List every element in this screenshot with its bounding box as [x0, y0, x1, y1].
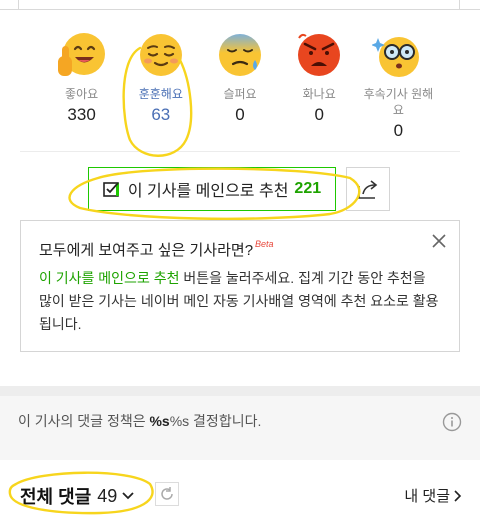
recommend-label: 이 기사를 메인으로 추천 — [127, 183, 289, 200]
reaction-like-label: 좋아요 — [65, 87, 99, 101]
close-icon[interactable] — [431, 233, 447, 249]
reaction-warm-count: 63 — [151, 105, 171, 124]
tooltip-body: 이 기사를 메인으로 추천 버튼을 눌러주세요. 집계 기간 동안 추천을 많이… — [39, 267, 439, 336]
chevron-right-icon — [454, 489, 462, 502]
policy-suffix: %s 결정합니다. — [169, 413, 262, 429]
reaction-sad-label: 슬퍼요 — [223, 87, 257, 101]
reaction-like-count: 330 — [67, 105, 96, 124]
reaction-angry-label: 화나요 — [302, 87, 336, 101]
total-comments-count: 49 — [97, 485, 118, 506]
reaction-angry[interactable]: 화나요 0 — [280, 30, 359, 130]
like-face-icon — [57, 33, 105, 76]
recommend-to-main-button[interactable]: 이 기사를 메인으로 추천 221 — [88, 167, 336, 211]
reaction-bar: 좋아요 330 훈훈해요 63 슬퍼요 0 화나요 0 후속기사 원해요 0 — [42, 30, 438, 140]
reaction-sad-count: 0 — [235, 105, 245, 124]
reaction-want-followup-label: 후속기사 원해요 — [363, 87, 434, 117]
checkbox-check-icon — [103, 182, 119, 197]
tooltip-title-text: 모두에게 보여주고 싶은 기사라면? — [39, 242, 254, 259]
recommend-info-tooltip: 모두에게 보여주고 싶은 기사라면? Beta 이 기사를 메인으로 추천 버튼을… — [20, 220, 460, 352]
total-comments-label: 전체 댓글 — [20, 487, 92, 507]
angry-face-icon — [298, 33, 341, 76]
reaction-sad[interactable]: 슬퍼요 0 — [200, 30, 279, 130]
refresh-icon — [161, 487, 173, 500]
policy-prefix: 이 기사의 댓글 정책은 — [18, 413, 150, 429]
reaction-angry-count: 0 — [314, 105, 324, 124]
recommend-count: 221 — [294, 180, 322, 197]
reaction-want-followup[interactable]: 후속기사 원해요 0 — [359, 30, 438, 140]
total-comments-dropdown[interactable]: 전체 댓글 49 — [20, 483, 135, 509]
tooltip-title: 모두에게 보여주고 싶은 기사라면? Beta — [39, 239, 274, 260]
beta-badge: Beta — [255, 239, 274, 249]
comment-policy-band: 이 기사의 댓글 정책은 %s%s 결정합니다. — [0, 386, 480, 460]
want-followup-face-icon — [372, 37, 420, 77]
warm-face-icon — [139, 34, 182, 76]
refresh-button[interactable] — [155, 482, 179, 506]
policy-bold: %s — [149, 413, 170, 429]
chevron-down-icon — [122, 492, 134, 500]
tooltip-link-text: 이 기사를 메인으로 추천 — [39, 270, 180, 286]
reaction-warm[interactable]: 훈훈해요 63 — [121, 30, 200, 130]
my-comments-label: 내 댓글 — [404, 488, 450, 505]
reaction-warm-label: 훈훈해요 — [138, 87, 183, 101]
share-icon — [358, 180, 378, 199]
my-comments-link[interactable]: 내 댓글 — [404, 485, 462, 506]
reaction-divider — [20, 151, 460, 152]
info-icon[interactable] — [442, 412, 462, 432]
sad-face-icon — [219, 34, 261, 76]
top-border — [0, 0, 480, 10]
reaction-like[interactable]: 좋아요 330 — [42, 30, 121, 130]
reaction-want-followup-count: 0 — [393, 121, 404, 140]
share-button[interactable] — [346, 167, 390, 211]
comments-header: 전체 댓글 49 내 댓글 — [0, 470, 480, 517]
comment-policy-text: 이 기사의 댓글 정책은 %s%s 결정합니다. — [18, 411, 261, 431]
